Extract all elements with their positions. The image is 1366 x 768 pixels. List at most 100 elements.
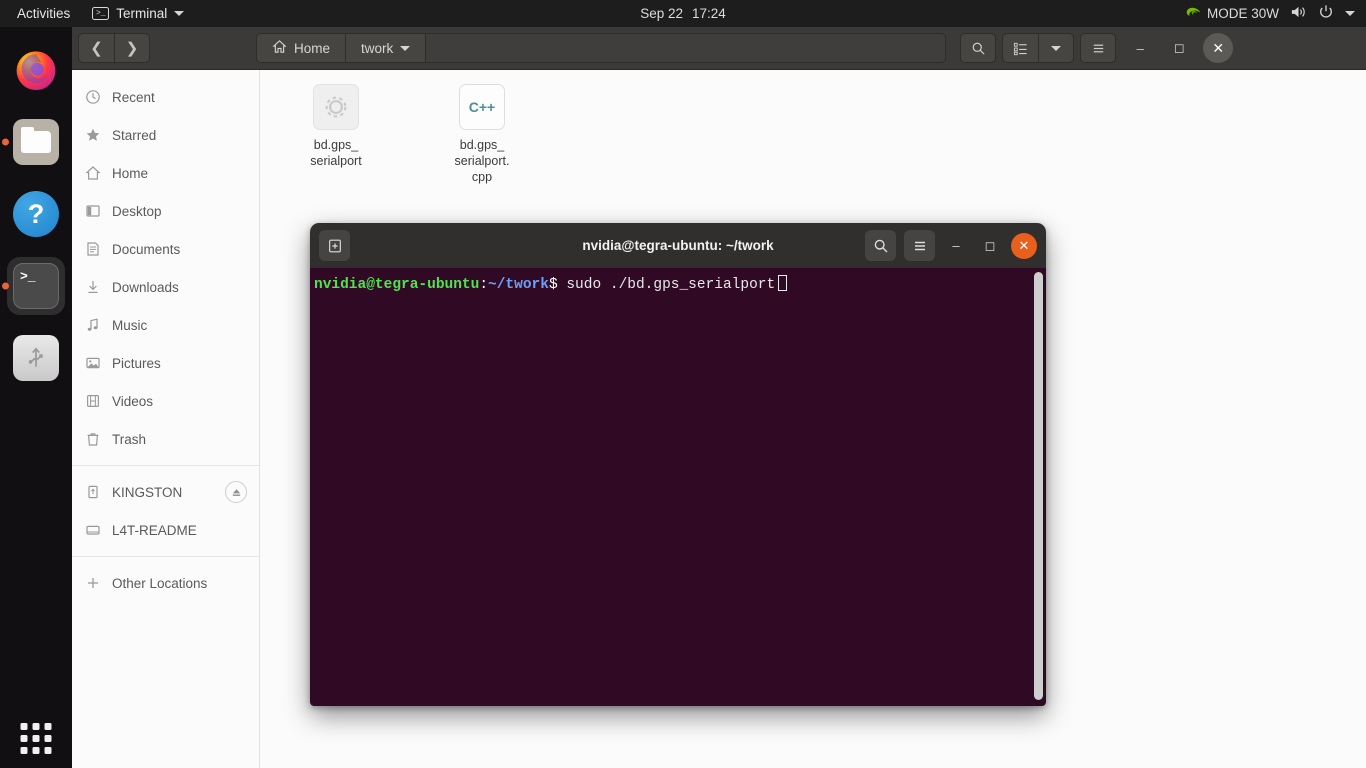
file-item-cpp-source[interactable]: C++ bd.gps_ serialport. cpp xyxy=(428,84,536,185)
dock-item-usb-drive[interactable] xyxy=(7,329,65,387)
sidebar-item-trash[interactable]: Trash xyxy=(72,420,259,458)
sidebar-item-l4t-readme[interactable]: L4T-README xyxy=(72,511,259,549)
show-applications-grid-icon[interactable] xyxy=(20,723,52,754)
file-manager-maximize-button[interactable]: ◻ xyxy=(1164,33,1194,63)
sidebar-item-other-locations[interactable]: Other Locations xyxy=(72,564,259,602)
chevron-down-icon xyxy=(174,11,185,16)
sidebar-label-pictures: Pictures xyxy=(112,355,161,371)
terminal-icon: >_ xyxy=(13,263,59,309)
sidebar-divider xyxy=(72,556,259,557)
activities-button[interactable]: Activities xyxy=(6,3,81,24)
dock-item-files[interactable] xyxy=(2,113,65,171)
sidebar-item-starred[interactable]: Starred xyxy=(72,116,259,154)
terminal-scrollbar[interactable] xyxy=(1034,272,1043,700)
power-icon[interactable] xyxy=(1318,4,1334,23)
terminal-header-controls: – ◻ ✕ xyxy=(865,230,1037,261)
sidebar-label-trash: Trash xyxy=(112,431,147,447)
sidebar-item-pictures[interactable]: Pictures xyxy=(72,344,259,382)
picture-icon xyxy=(84,355,101,372)
sidebar-label-desktop: Desktop xyxy=(112,203,162,219)
sidebar-label-downloads: Downloads xyxy=(112,279,179,295)
terminal-user-host: nvidia@tegra-ubuntu xyxy=(314,277,480,293)
file-label-executable: bd.gps_ serialport xyxy=(310,138,362,168)
nvidia-logo-icon xyxy=(1185,6,1202,22)
video-film-icon xyxy=(84,393,101,410)
documents-icon xyxy=(84,241,101,258)
terminal-output-area[interactable]: nvidia@tegra-ubuntu:~/twork$ sudo ./bd.g… xyxy=(310,268,1046,706)
breadcrumb-label-home: Home xyxy=(294,40,331,56)
dock-item-firefox[interactable] xyxy=(7,41,65,99)
clock-icon xyxy=(84,89,101,106)
sidebar-label-other-locations: Other Locations xyxy=(112,575,208,591)
file-manager-search-button[interactable] xyxy=(960,33,997,63)
chevron-down-icon[interactable] xyxy=(1345,11,1355,16)
terminal-menu-button[interactable] xyxy=(904,230,935,261)
nvidia-power-mode-indicator[interactable]: MODE 30W xyxy=(1185,6,1279,22)
dock-item-terminal[interactable]: >_ xyxy=(2,257,65,315)
terminal-window: nvidia@tegra-ubuntu: ~/twork – ◻ ✕ nvidi… xyxy=(310,223,1046,706)
sidebar-label-documents: Documents xyxy=(112,241,181,257)
list-view-button[interactable] xyxy=(1002,33,1039,63)
dock-items: ? >_ xyxy=(0,27,72,387)
breadcrumb-item-twork[interactable]: twork xyxy=(346,33,427,63)
navigation-buttons: ❮ ❯ xyxy=(78,33,150,63)
sidebar-item-videos[interactable]: Videos xyxy=(72,382,259,420)
sidebar-label-home: Home xyxy=(112,165,149,181)
file-manager-close-button[interactable]: ✕ xyxy=(1203,33,1234,63)
system-indicators: MODE 30W xyxy=(1185,4,1366,23)
terminal-prompt-line: nvidia@tegra-ubuntu:~/twork$ sudo ./bd.g… xyxy=(312,275,1046,295)
breadcrumb-item-home[interactable]: Home xyxy=(256,33,347,63)
back-button[interactable]: ❮ xyxy=(78,33,114,63)
desktop-icon xyxy=(84,203,101,220)
desktop-screen: ❮ ❯ Home twork – ◻ ✕ Recent Starred Home… xyxy=(0,0,1366,768)
terminal-maximize-button[interactable]: ◻ xyxy=(977,233,1003,259)
usb-icon xyxy=(13,335,59,381)
terminal-close-button[interactable]: ✕ xyxy=(1011,232,1037,259)
running-indicator-dot xyxy=(2,138,9,146)
view-mode-group xyxy=(1002,33,1075,63)
sidebar-item-music[interactable]: Music xyxy=(72,306,259,344)
terminal-header-bar: nvidia@tegra-ubuntu: ~/twork – ◻ ✕ xyxy=(310,223,1046,268)
sidebar-item-desktop[interactable]: Desktop xyxy=(72,192,259,230)
terminal-prompt-glyph: >_ xyxy=(20,269,36,284)
volume-icon[interactable] xyxy=(1290,4,1307,23)
sidebar-label-music: Music xyxy=(112,317,148,333)
breadcrumb-empty-space[interactable] xyxy=(426,33,947,63)
sidebar-item-kingston[interactable]: KINGSTON xyxy=(72,473,259,511)
file-manager-minimize-button[interactable]: – xyxy=(1125,33,1155,63)
top-bar-left: Activities >_ Terminal xyxy=(0,3,195,24)
terminal-minimize-button[interactable]: – xyxy=(943,233,969,259)
help-question-icon: ? xyxy=(13,191,59,237)
running-indicator-dot xyxy=(2,282,9,290)
cpp-badge-label: C++ xyxy=(468,99,496,115)
download-icon xyxy=(84,279,101,296)
eject-icon[interactable] xyxy=(225,481,247,503)
view-options-dropdown-button[interactable] xyxy=(1038,33,1075,63)
sidebar-item-downloads[interactable]: Downloads xyxy=(72,268,259,306)
sidebar-label-recent: Recent xyxy=(112,89,155,105)
clock-button[interactable]: Sep 22 17:24 xyxy=(0,0,1366,27)
file-manager-header-bar: ❮ ❯ Home twork – ◻ ✕ xyxy=(72,27,1366,70)
music-note-icon xyxy=(84,317,101,334)
file-item-executable[interactable]: bd.gps_ serialport xyxy=(282,84,390,185)
cpp-file-icon: C++ xyxy=(459,84,505,130)
home-icon xyxy=(84,165,101,182)
sidebar-item-home[interactable]: Home xyxy=(72,154,259,192)
usb-drive-icon xyxy=(84,484,101,501)
new-tab-icon[interactable] xyxy=(319,230,350,261)
sidebar-item-recent[interactable]: Recent xyxy=(72,78,259,116)
star-icon xyxy=(84,127,101,144)
app-menu-label: Terminal xyxy=(116,6,168,21)
dock-item-help[interactable]: ? xyxy=(7,185,65,243)
top-bar: Activities >_ Terminal Sep 22 17:24 MODE… xyxy=(0,0,1366,27)
app-menu-button[interactable]: >_ Terminal xyxy=(81,3,195,24)
sidebar-item-documents[interactable]: Documents xyxy=(72,230,259,268)
forward-button[interactable]: ❯ xyxy=(114,33,150,63)
sidebar-divider xyxy=(72,465,259,466)
file-grid: bd.gps_ serialport C++ bd.gps_ serialpor… xyxy=(282,84,1366,185)
chevron-down-icon xyxy=(1051,45,1062,51)
terminal-search-button[interactable] xyxy=(865,230,896,261)
gear-executable-icon xyxy=(313,84,359,130)
file-manager-menu-button[interactable] xyxy=(1080,33,1117,63)
terminal-command-text: sudo ./bd.gps_serialport xyxy=(557,277,776,293)
